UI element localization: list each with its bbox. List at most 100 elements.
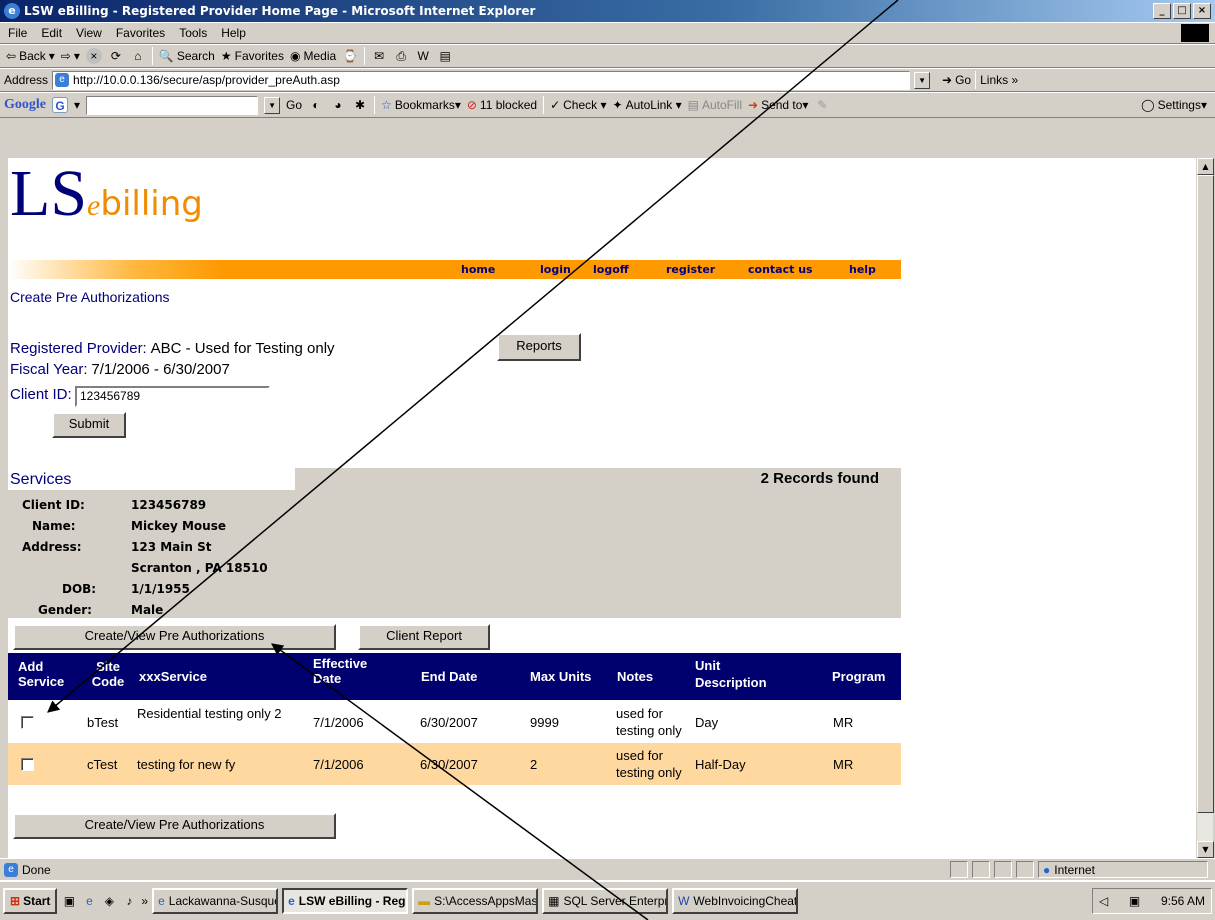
scroll-down-arrow-icon[interactable]: ▼ — [1197, 841, 1214, 858]
go-button[interactable]: ➜ Go — [942, 73, 971, 87]
google-g-icon[interactable]: G — [52, 97, 68, 113]
spellcheck-icon: ✓ — [550, 98, 561, 112]
media-icon: ◉ — [289, 49, 301, 63]
nav-help[interactable]: help — [849, 263, 876, 276]
address-input[interactable]: e http://10.0.0.136/secure/asp/provider_… — [52, 70, 911, 90]
print-icon[interactable]: ⎙ — [393, 48, 409, 64]
nav-register[interactable]: register — [666, 263, 715, 276]
gbar-separator — [543, 96, 545, 114]
star-icon: ☆ — [381, 98, 392, 112]
maximize-button[interactable]: □ — [1173, 3, 1191, 19]
stop-icon[interactable]: × — [85, 48, 102, 64]
google-settings-button[interactable]: ◯ Settings▾ — [1141, 98, 1207, 112]
nav-logoff[interactable]: logoff — [593, 263, 629, 276]
network-icon[interactable]: ▣ — [1129, 894, 1140, 908]
vertical-scrollbar[interactable]: ▲ ▼ — [1196, 158, 1214, 858]
quicklaunch-ie-icon[interactable]: e — [81, 893, 97, 909]
quicklaunch-desktop-icon[interactable]: ▣ — [61, 893, 77, 909]
settings-radio-icon: ◯ — [1141, 98, 1155, 112]
send-to-button[interactable]: ➜ Send to▾ — [748, 98, 808, 112]
task-button[interactable]: WWebInvoicingCheatS... — [672, 888, 799, 914]
client-info-row: Name: Mickey Mouse — [32, 519, 226, 533]
close-button[interactable]: × — [1193, 3, 1211, 19]
google-search-dropdown[interactable]: ▼ — [264, 96, 281, 114]
client-report-button[interactable]: Client Report — [358, 624, 490, 650]
refresh-icon[interactable]: ⟳ — [108, 48, 124, 64]
autolink-button[interactable]: ✦ AutoLink ▾ — [613, 98, 682, 112]
client-info-row: Scranton , PA 18510 — [131, 561, 268, 575]
forward-arrow-icon: ⇨ — [60, 49, 71, 63]
quicklaunch-media-icon[interactable]: ♪ — [121, 893, 137, 909]
mail-icon[interactable]: ✉ — [371, 48, 387, 64]
nav-login[interactable]: login — [540, 263, 571, 276]
popup-blocked-button[interactable]: ⊘ 11 blocked — [467, 98, 537, 112]
menu-favorites[interactable]: Favorites — [116, 26, 165, 40]
ie-logo-icon: e — [4, 3, 20, 19]
menu-view[interactable]: View — [76, 26, 102, 40]
task-button[interactable]: ▬S:\AccessAppsMaste... — [412, 888, 539, 914]
col-unit-description: Unit Description — [695, 658, 767, 690]
table-row: bTest Residential testing only 2 7/1/200… — [8, 701, 901, 743]
quicklaunch-outlook-icon[interactable]: ◈ — [101, 893, 117, 909]
spell-check-button[interactable]: ✓ Check ▾ — [550, 98, 606, 112]
minimize-button[interactable]: _ — [1153, 3, 1171, 19]
search-button[interactable]: 🔍 Search — [159, 49, 215, 63]
highlighter-icon[interactable]: ✎ — [814, 97, 830, 113]
nav-home[interactable]: home — [461, 263, 495, 276]
menu-file[interactable]: File — [8, 26, 27, 40]
col-program: Program — [832, 669, 886, 684]
menu-help[interactable]: Help — [221, 26, 246, 40]
scroll-up-arrow-icon[interactable]: ▲ — [1197, 158, 1214, 175]
toolbar-separator — [151, 47, 153, 65]
col-notes: Notes — [617, 669, 654, 684]
back-button[interactable]: ⇦ Back ▾ — [6, 49, 55, 63]
create-view-preauth-bottom-button[interactable]: Create/View Pre Authorizations — [13, 813, 336, 839]
menu-edit[interactable]: Edit — [41, 26, 62, 40]
address-label: Address — [4, 73, 49, 87]
add-service-checkbox[interactable] — [21, 716, 34, 729]
history-icon[interactable]: ⌚ — [342, 48, 358, 64]
google-news-icon[interactable]: ◐ — [308, 97, 324, 113]
nav-contact-us[interactable]: contact us — [748, 263, 813, 276]
scroll-thumb[interactable] — [1197, 175, 1214, 813]
reports-button[interactable]: Reports — [497, 333, 581, 361]
search-icon: 🔍 — [158, 49, 174, 63]
task-button[interactable]: ▦SQL Server Enterpris... — [542, 888, 669, 914]
google-pagerank-icon[interactable]: ◕ — [330, 97, 346, 113]
site-code-cell: bTest — [87, 715, 119, 730]
add-service-checkbox[interactable] — [21, 758, 34, 771]
favorites-button[interactable]: ★ Favorites — [221, 49, 284, 63]
address-url: http://10.0.0.136/secure/asp/provider_pr… — [73, 73, 340, 87]
google-logo[interactable]: Google — [4, 97, 46, 113]
service-cell: testing for new fy — [137, 757, 236, 772]
bookmarks-button[interactable]: ☆ Bookmarks▾ — [381, 98, 461, 112]
autofill-button[interactable]: ▤ AutoFill — [688, 98, 742, 112]
google-puzzle-icon[interactable]: ✱ — [352, 97, 368, 113]
create-view-preauth-button[interactable]: Create/View Pre Authorizations — [13, 624, 336, 650]
client-id-input[interactable]: 123456789 — [75, 386, 270, 407]
home-icon[interactable]: ⌂ — [130, 48, 146, 64]
menu-tools[interactable]: Tools — [179, 26, 207, 40]
edit-icon[interactable]: W — [415, 48, 431, 64]
task-button-active[interactable]: e LSW eBilling - Regi... — [282, 888, 409, 914]
address-dropdown[interactable]: ▼ — [914, 71, 931, 89]
google-search-input[interactable] — [86, 95, 259, 115]
col-add-service: Add Service — [18, 659, 65, 689]
max-units-cell: 9999 — [530, 715, 559, 730]
quicklaunch-more[interactable]: » — [141, 894, 148, 908]
links-button[interactable]: Links » — [980, 73, 1018, 87]
task-button[interactable]: eLackawanna-Susque... — [152, 888, 279, 914]
discuss-icon[interactable]: ▤ — [437, 48, 453, 64]
google-toolbar: Google G ▾ ▼ Go ◐ ◕ ✱ ☆ Bookmarks▾ ⊘ 11 blo… — [0, 92, 1215, 118]
google-go-button[interactable]: Go — [286, 98, 302, 112]
status-bar: e Done ● Internet — [0, 858, 1215, 880]
submit-button[interactable]: Submit — [52, 412, 126, 438]
start-button[interactable]: ⊞ Start — [3, 888, 58, 914]
media-button[interactable]: ◉ Media — [290, 49, 336, 63]
forward-button[interactable]: ⇨ ▾ — [61, 49, 80, 63]
ie-icon: e — [288, 894, 295, 908]
volume-icon[interactable]: ◁ — [1099, 894, 1108, 908]
status-pane — [972, 861, 990, 878]
autofill-icon: ▤ — [687, 98, 699, 112]
client-info-row: Gender: Male — [38, 603, 164, 617]
